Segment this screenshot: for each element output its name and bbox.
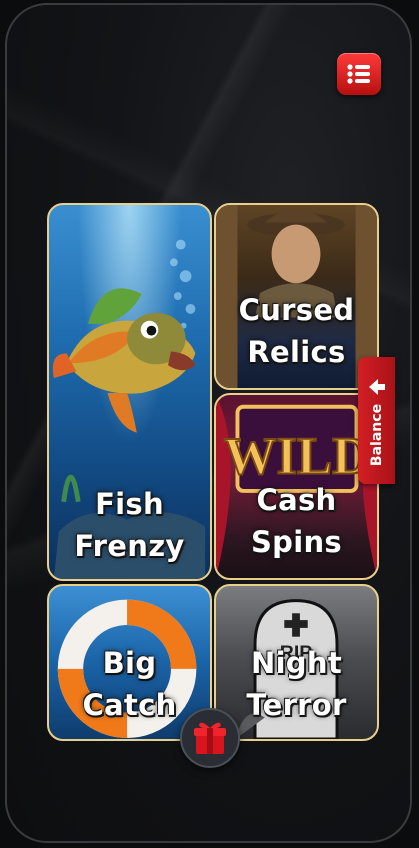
game-title: Night Terror bbox=[246, 646, 347, 722]
menu-button[interactable] bbox=[337, 53, 381, 95]
game-card-cursed-relics[interactable]: Cursed Relics bbox=[214, 203, 379, 390]
game-title: Cursed Relics bbox=[238, 293, 355, 369]
game-title: Cash Spins bbox=[251, 483, 342, 559]
arrow-left-icon bbox=[369, 379, 385, 395]
game-card-fish-frenzy[interactable]: Fish Frenzy bbox=[47, 203, 212, 581]
game-title: Big Catch bbox=[82, 646, 177, 722]
gift-button[interactable] bbox=[180, 708, 240, 768]
wild-text: WILD bbox=[224, 427, 370, 485]
menu-list-icon bbox=[347, 64, 370, 84]
gift-icon bbox=[194, 722, 226, 754]
game-title: Fish Frenzy bbox=[74, 487, 185, 563]
game-card-cash-spins[interactable]: WILD Cash Spins bbox=[214, 393, 379, 580]
game-card-night-terror[interactable]: RIP Night Terror bbox=[214, 584, 379, 741]
balance-tab[interactable]: Balance bbox=[358, 357, 395, 484]
balance-label: Balance bbox=[368, 403, 385, 467]
